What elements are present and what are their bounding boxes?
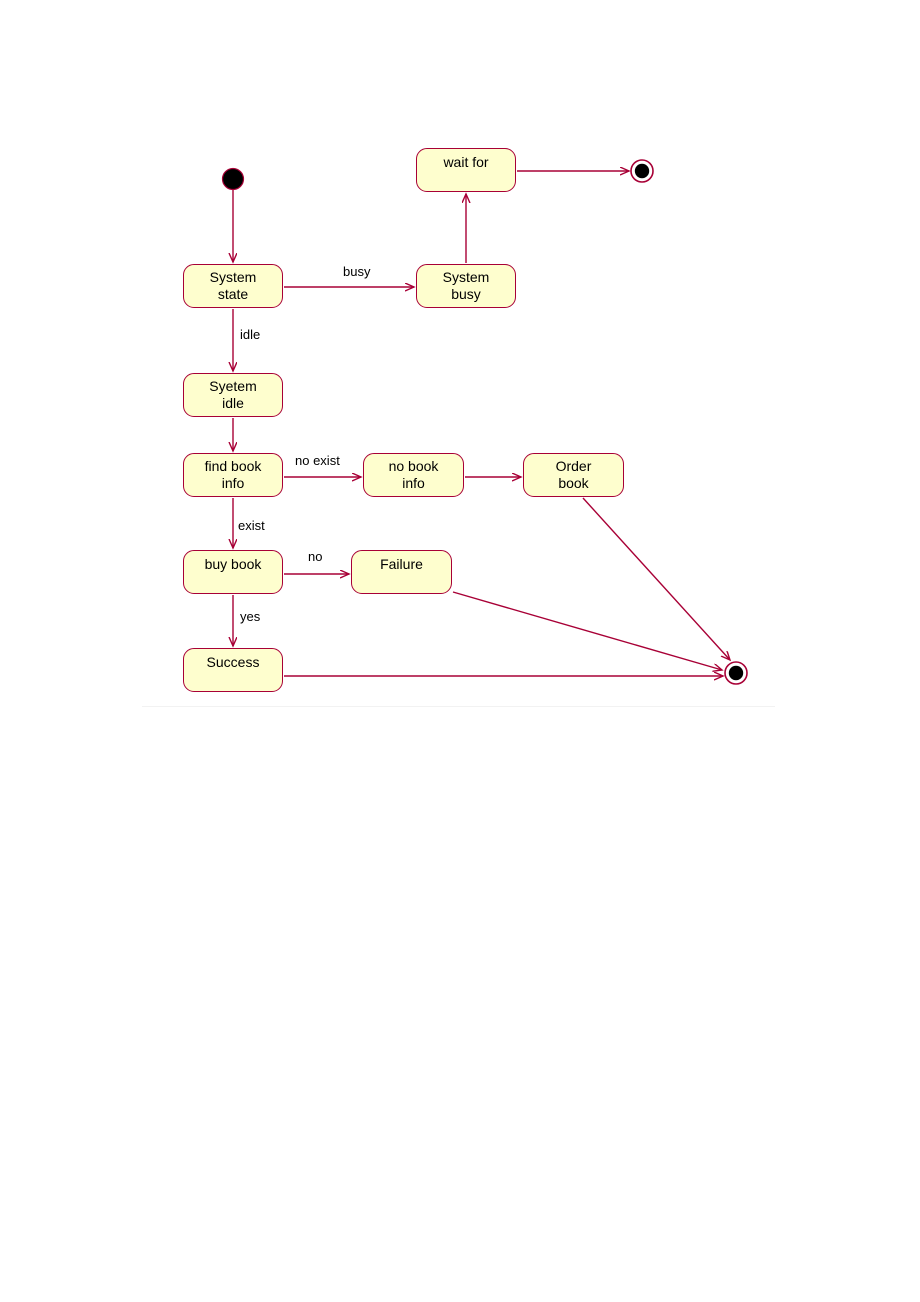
state-success[interactable]: Success: [183, 648, 283, 692]
state-system-state[interactable]: System state: [183, 264, 283, 308]
start-node: [221, 167, 245, 191]
state-no-book-info-label: no book info: [388, 458, 439, 491]
state-buy-book-label: buy book: [204, 556, 262, 572]
state-failure[interactable]: Failure: [351, 550, 452, 594]
end-node-top: [630, 159, 654, 183]
state-wait-for[interactable]: wait for: [416, 148, 516, 192]
state-syetem-idle[interactable]: Syetem idle: [183, 373, 283, 417]
edge-label-busy: busy: [343, 264, 371, 279]
page-separator-rule: [142, 706, 775, 707]
state-find-book-info-label: find book info: [204, 458, 262, 491]
state-buy-book[interactable]: buy book: [183, 550, 283, 594]
state-order-book-label: Order book: [555, 458, 592, 491]
state-syetem-idle-label: Syetem idle: [209, 378, 257, 411]
state-system-busy-label: System busy: [442, 269, 490, 302]
edge-label-yes: yes: [240, 609, 261, 624]
state-success-label: Success: [206, 654, 260, 670]
state-diagram-canvas: System state System busy wait for Syetem…: [0, 0, 920, 1302]
state-no-book-info[interactable]: no book info: [363, 453, 464, 497]
edge-label-no-exist: no exist: [295, 453, 340, 468]
edge-label-exist: exist: [238, 518, 265, 533]
state-system-state-label: System state: [209, 269, 257, 302]
state-system-busy[interactable]: System busy: [416, 264, 516, 308]
state-wait-for-label: wait for: [443, 154, 489, 170]
state-failure-label: Failure: [380, 556, 423, 572]
state-find-book-info[interactable]: find book info: [183, 453, 283, 497]
state-order-book[interactable]: Order book: [523, 453, 624, 497]
diagram-edges-layer: [221, 159, 748, 685]
edge-failure-to-end-bottom: [452, 591, 722, 670]
end-node-bottom: [724, 661, 748, 685]
edge-label-idle: idle: [240, 327, 261, 342]
edge-label-no: no: [308, 549, 323, 564]
